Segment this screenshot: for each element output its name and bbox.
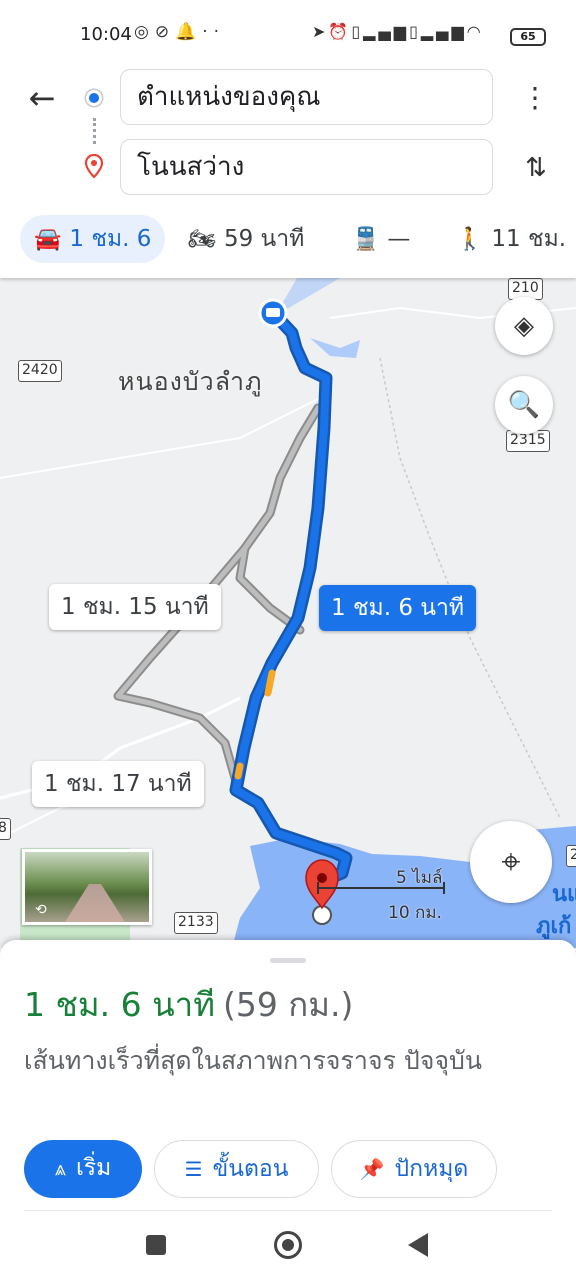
pushpin-icon: 📌 [359, 1157, 385, 1181]
road-shield: 2420 [18, 360, 62, 382]
scale-miles: 5 ไมล์ [396, 868, 443, 888]
notification-bell-icon: 🔔 [175, 22, 203, 42]
start-car-glyph [266, 308, 280, 317]
status-left-icons: ◎⊘🔔·· [134, 22, 225, 42]
swap-icon[interactable]: ⇅ [518, 148, 554, 188]
road-shield: 8 [0, 818, 11, 840]
layers-button[interactable]: ◈ [495, 297, 553, 355]
volte-icon: ▯ [351, 22, 364, 41]
tab-transit[interactable]: 🚆 — [352, 215, 410, 263]
status-time: 10:04 [80, 24, 132, 45]
home-icon[interactable] [274, 1231, 302, 1259]
pin-label: ปักหมุด [394, 1156, 469, 1182]
location-arrow-icon: ➤ [312, 22, 329, 41]
steps-button[interactable]: ☰ ขั้นตอน [154, 1140, 319, 1198]
town-label: หนองบัวลำภู [118, 367, 263, 396]
navigation-arrow-icon: ⩓ [54, 1156, 66, 1180]
tab-motorcycle[interactable]: 🏍 59 นาที [188, 215, 304, 263]
directions-header: ← ตำแหน่งของคุณ โนนสว่าง ⋮ ⇅ 🚘 1 ชม. 6 🏍 5… [0, 60, 576, 278]
street-view-thumbnail[interactable]: ⟲ [22, 849, 152, 925]
action-buttons: ⩓ เริ่ม ☰ ขั้นตอน 📌 ปักหมุด [0, 1140, 576, 1200]
signal-icon: ▂▄▆ [420, 22, 467, 41]
road-shield: 2 [566, 845, 576, 867]
tab-drive[interactable]: 🚘 1 ชม. 6 [20, 215, 165, 263]
list-icon: ☰ [184, 1157, 203, 1181]
alarm-icon: ⏰ [328, 22, 352, 41]
travel-mode-tabs: 🚘 1 ชม. 6 🏍 59 นาที 🚆 — 🚶 11 ชม. [0, 213, 576, 269]
back-arrow-icon[interactable]: ← [22, 78, 62, 118]
wifi-icon: ◠ [466, 22, 484, 41]
chrome-icon: ◎ [134, 22, 155, 42]
route-summary: 1 ชม. 6 นาที (59 กม.) [24, 978, 353, 1031]
tab-drive-label: 1 ชม. 6 [69, 226, 152, 252]
volte-icon: ▯ [409, 22, 421, 41]
traffic-segment [234, 762, 244, 780]
tab-walk[interactable]: 🚶 11 ชม. [456, 215, 566, 263]
hiking-icon: 🚶 [456, 227, 484, 252]
minor-road [0, 397, 321, 479]
start-label: เริ่ม [75, 1155, 112, 1181]
search-along-route-button[interactable]: 🔍 [495, 376, 553, 434]
more-vert-icon[interactable]: ⋮ [520, 78, 550, 118]
street-view-icon: ⟲ [35, 902, 47, 918]
street-view-road [65, 884, 125, 922]
map-view[interactable]: หนองบัวลำภู 210 2420 2315 2133 8 2 นแ ภู… [0, 278, 576, 948]
traffic-segment [264, 669, 276, 697]
tab-motorcycle-label: 59 นาที [223, 226, 305, 252]
pin-button[interactable]: 📌 ปักหมุด [331, 1140, 497, 1198]
motorcycle-icon: 🏍 [188, 227, 216, 252]
alt-route-chip[interactable]: 1 ชม. 17 นาที [32, 761, 204, 807]
recents-icon[interactable] [146, 1235, 166, 1255]
main-route-chip[interactable]: 1 ชม. 6 นาที [319, 585, 477, 631]
crosshair-icon: ⌖ [501, 842, 521, 882]
destination-input[interactable]: โนนสว่าง [120, 139, 493, 195]
map-place-label: ภูเก้ [536, 914, 572, 939]
back-triangle-icon[interactable] [408, 1233, 428, 1257]
tab-transit-label: — [387, 226, 411, 252]
origin-dot-icon [86, 90, 102, 106]
car-icon: 🚘 [34, 227, 62, 252]
route-distance: (59 กม.) [222, 985, 354, 1024]
messenger-icon: ⊘ [154, 22, 176, 42]
start-button[interactable]: ⩓ เริ่ม [24, 1140, 142, 1198]
destination-pin-icon [84, 154, 104, 178]
steps-label: ขั้นตอน [212, 1156, 289, 1182]
route-connector [93, 118, 96, 144]
route-description: เส้นทางเร็วที่สุดในสภาพการจราจร ปัจจุบัน [24, 1046, 483, 1075]
pond [310, 338, 360, 358]
status-bar: 10:04 ◎⊘🔔·· ➤⏰▯▂▄▆▯▂▄▆◠ 65 [0, 0, 576, 60]
my-location-button[interactable]: ⌖ [470, 821, 552, 903]
signal-icon: ▂▄▆ [363, 22, 410, 41]
origin-input[interactable]: ตำแหน่งของคุณ [120, 69, 493, 125]
drag-handle[interactable] [270, 958, 306, 963]
map-place-label: นแ [552, 882, 576, 907]
route-duration: 1 ชม. 6 นาที [24, 985, 215, 1024]
road-shield: 2133 [174, 912, 218, 934]
train-icon: 🚆 [352, 227, 380, 252]
tab-walk-label: 11 ชม. [491, 226, 567, 252]
scale-km: 10 กม. [388, 903, 442, 923]
alt-route-chip[interactable]: 1 ชม. 15 นาที [49, 584, 221, 630]
search-icon: 🔍 [507, 390, 541, 420]
system-nav-bar [0, 1210, 576, 1280]
more-dots-icon: ·· [202, 22, 226, 42]
battery-indicator: 65 [510, 28, 546, 46]
status-right-icons: ➤⏰▯▂▄▆▯▂▄▆◠ [312, 22, 484, 41]
layers-icon: ◈ [514, 311, 534, 341]
